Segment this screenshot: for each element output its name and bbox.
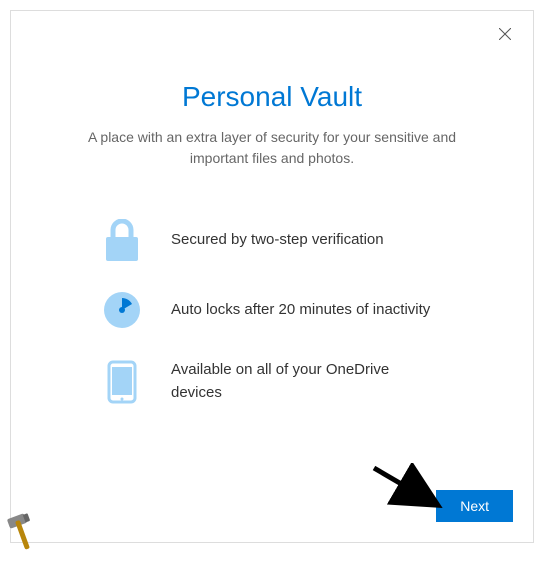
feature-item: Auto locks after 20 minutes of inactivit… — [101, 289, 443, 331]
feature-item: Available on all of your OneDrive device… — [101, 359, 443, 404]
features-list: Secured by two-step verification Auto lo… — [31, 219, 513, 404]
feature-text: Secured by two-step verification — [171, 229, 384, 252]
feature-text: Auto locks after 20 minutes of inactivit… — [171, 299, 430, 322]
clock-icon — [101, 289, 143, 331]
lock-icon — [101, 219, 143, 261]
feature-item: Secured by two-step verification — [101, 219, 443, 261]
dialog-title: Personal Vault — [31, 81, 513, 113]
close-button[interactable] — [495, 26, 515, 46]
dialog-subtitle: A place with an extra layer of security … — [31, 127, 513, 169]
phone-icon — [101, 361, 143, 403]
hammer-watermark-icon — [0, 508, 50, 558]
next-button[interactable]: Next — [436, 490, 513, 522]
close-icon — [499, 27, 511, 45]
feature-text: Available on all of your OneDrive device… — [171, 359, 443, 404]
personal-vault-dialog: Personal Vault A place with an extra lay… — [10, 10, 534, 543]
